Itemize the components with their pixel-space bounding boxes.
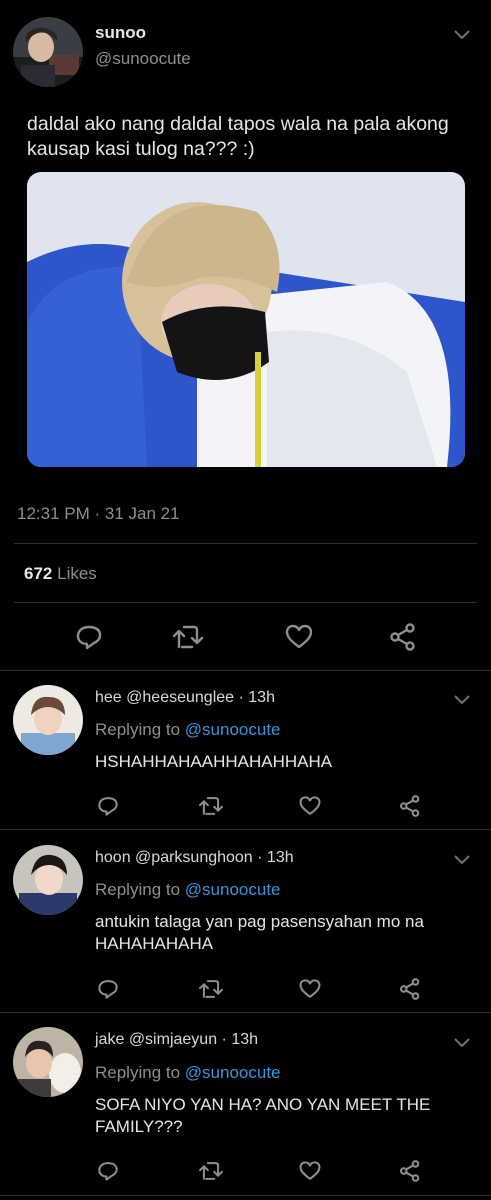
divider bbox=[14, 602, 477, 603]
reply-avatar[interactable] bbox=[13, 685, 83, 755]
likes-number: 672 bbox=[24, 564, 53, 583]
reply-header: hee @heeseunglee · 13h bbox=[95, 689, 275, 707]
divider bbox=[0, 829, 491, 830]
replying-mention[interactable]: @sunoocute bbox=[185, 880, 281, 899]
tweet-timestamp[interactable]: 12:31 PM · 31 Jan 21 bbox=[17, 504, 180, 524]
share-icon[interactable] bbox=[398, 794, 422, 818]
tweet-menu-chevron-icon[interactable] bbox=[453, 29, 471, 41]
reply-author-handle[interactable]: @heeseunglee bbox=[126, 689, 234, 706]
tweet-media-photo[interactable] bbox=[27, 172, 465, 467]
share-icon[interactable] bbox=[398, 977, 422, 1001]
reply-author-handle[interactable]: @parksunghoon bbox=[135, 849, 253, 866]
retweet-icon[interactable] bbox=[171, 622, 205, 652]
reply-icon[interactable] bbox=[96, 1159, 120, 1183]
retweet-icon[interactable] bbox=[197, 977, 225, 1001]
replying-to: Replying to @sunoocute bbox=[95, 1063, 281, 1083]
reply-author-name[interactable]: hee bbox=[95, 689, 122, 706]
retweet-icon[interactable] bbox=[197, 1159, 225, 1183]
reply-header: hoon @parksunghoon · 13h bbox=[95, 849, 294, 867]
tweet-text: daldal ako nang daldal tapos wala na pal… bbox=[27, 113, 449, 160]
reply-menu-chevron-icon[interactable] bbox=[453, 854, 471, 866]
replying-to: Replying to @sunoocute bbox=[95, 880, 281, 900]
reply-text: SOFA NIYO YAN HA? ANO YAN MEET THE FAMIL… bbox=[95, 1095, 431, 1136]
replying-to: Replying to @sunoocute bbox=[95, 720, 281, 740]
replying-mention[interactable]: @sunoocute bbox=[185, 720, 281, 739]
reply-text: HSHAHHAHAAHHAHAHHAHA bbox=[95, 752, 333, 771]
author-handle[interactable]: @sunoocute bbox=[95, 49, 191, 69]
reply-menu-chevron-icon[interactable] bbox=[453, 694, 471, 706]
like-icon[interactable] bbox=[298, 1159, 322, 1183]
like-icon[interactable] bbox=[298, 794, 322, 818]
reply-icon[interactable] bbox=[96, 977, 120, 1001]
replying-mention[interactable]: @sunoocute bbox=[185, 1063, 281, 1082]
reply-avatar[interactable] bbox=[13, 1027, 83, 1097]
reply-time: · 13h bbox=[221, 1031, 259, 1048]
author-avatar[interactable] bbox=[13, 17, 83, 87]
author-name[interactable]: sunoo bbox=[95, 23, 146, 43]
reply-time: · 13h bbox=[238, 689, 275, 706]
retweet-icon[interactable] bbox=[197, 794, 225, 818]
reply-menu-chevron-icon[interactable] bbox=[453, 1037, 471, 1049]
replying-prefix: Replying to bbox=[95, 880, 181, 899]
share-icon[interactable] bbox=[398, 1159, 422, 1183]
replying-prefix: Replying to bbox=[95, 1063, 181, 1082]
divider bbox=[14, 543, 477, 544]
divider bbox=[0, 670, 491, 671]
reply-icon[interactable] bbox=[96, 794, 120, 818]
reply-text: antukin talaga yan pag pasensyahan mo na… bbox=[95, 912, 424, 953]
reply-header: jake @simjaeyun · 13h bbox=[95, 1031, 258, 1049]
likes-count[interactable]: 672 Likes bbox=[24, 564, 97, 584]
like-icon[interactable] bbox=[284, 622, 314, 652]
reply-time: · 13h bbox=[257, 849, 294, 866]
divider bbox=[0, 1195, 491, 1196]
reply-author-name[interactable]: jake bbox=[95, 1031, 124, 1048]
divider bbox=[0, 1012, 491, 1013]
like-icon[interactable] bbox=[298, 977, 322, 1001]
reply-author-handle[interactable]: @simjaeyun bbox=[129, 1031, 217, 1048]
likes-label: Likes bbox=[57, 564, 97, 583]
replying-prefix: Replying to bbox=[95, 720, 181, 739]
reply-icon[interactable] bbox=[74, 622, 104, 652]
reply-avatar[interactable] bbox=[13, 845, 83, 915]
reply-author-name[interactable]: hoon bbox=[95, 849, 131, 866]
share-icon[interactable] bbox=[388, 622, 418, 652]
